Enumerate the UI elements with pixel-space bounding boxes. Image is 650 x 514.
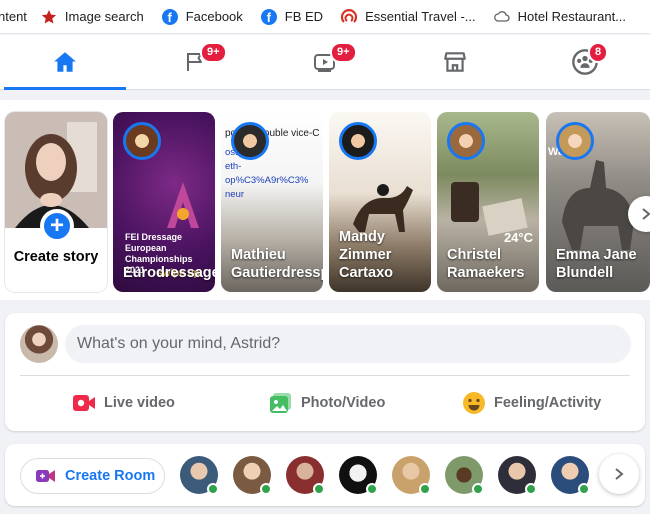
story-avatar — [123, 122, 161, 160]
contact-avatar[interactable] — [498, 456, 537, 495]
cloud-icon — [493, 10, 510, 22]
story-name: Eurodressage — [123, 265, 215, 281]
story-card[interactable]: pour la double vice-C ost/eth-op%C3%A9r%… — [221, 112, 323, 292]
whats-on-your-mind-input[interactable]: What's on your mind, Astrid? — [65, 325, 631, 363]
contact-avatar[interactable] — [233, 456, 272, 495]
live-video-icon — [73, 395, 95, 411]
online-indicator — [260, 483, 272, 495]
contact-avatar[interactable] — [339, 456, 378, 495]
bookmark-essential-travel[interactable]: Essential Travel -... — [341, 8, 476, 25]
bookmark-label: Image search — [64, 9, 144, 24]
rooms-next-button[interactable] — [599, 454, 639, 494]
online-indicator — [578, 483, 590, 495]
home-icon — [54, 52, 76, 72]
bookmark-label: ntent — [0, 9, 27, 24]
room-video-icon — [36, 470, 55, 482]
facebook-icon: f — [161, 8, 178, 25]
photo-icon — [270, 393, 291, 413]
bookmark-label: FB ED — [284, 9, 324, 24]
tab-groups[interactable]: 8 — [520, 35, 650, 89]
contact-avatar[interactable] — [286, 456, 325, 495]
story-card[interactable]: 24°C Christel Ramaekers — [437, 112, 539, 292]
create-story-card[interactable]: + Create story — [5, 112, 107, 292]
bookmark-fb-ed[interactable]: f FB ED — [260, 8, 324, 25]
story-horse-image — [353, 184, 413, 232]
story-name: Mathieu Gautierdressprod — [231, 247, 323, 281]
bookmark-label: Facebook — [185, 9, 243, 24]
create-story-label: Create story — [13, 249, 99, 265]
online-indicator — [313, 483, 325, 495]
chevron-right-icon — [642, 208, 650, 220]
story-card[interactable]: FEI Dressage European Championships 2021… — [113, 112, 215, 292]
story-name: Christel Ramaekers — [447, 247, 525, 281]
feeling-icon — [463, 392, 485, 414]
tab-marketplace[interactable] — [390, 35, 520, 89]
contact-avatar[interactable] — [445, 456, 484, 495]
notification-badge: 9+ — [330, 42, 357, 63]
story-name: Mandy Zimmer Cartaxo — [339, 229, 393, 281]
online-indicator — [472, 483, 484, 495]
story-name: Emma Jane Blundell — [556, 247, 637, 281]
stories-section: + Create story FEI Dressage European Cha… — [0, 100, 650, 300]
story-card[interactable]: Mandy Zimmer Cartaxo — [329, 112, 431, 292]
bookmark-image-search[interactable]: Image search — [41, 9, 144, 25]
story-avatar — [339, 122, 377, 160]
bookmark-label: Hotel Restaurant... — [517, 9, 627, 24]
story-avatar — [556, 122, 594, 160]
post-composer: What's on your mind, Astrid? Live video … — [5, 313, 645, 431]
bookmark-facebook[interactable]: f Facebook — [161, 8, 243, 25]
notification-badge: 9+ — [200, 42, 227, 63]
story-avatar — [447, 122, 485, 160]
bookmark-hotel-restaurant[interactable]: Hotel Restaurant... — [493, 9, 627, 25]
bookmarks-bar: ntent Image search f Facebook f FB ED Es… — [0, 0, 650, 34]
online-indicator — [366, 483, 378, 495]
story-avatar — [231, 122, 269, 160]
notification-badge: 8 — [588, 42, 609, 63]
contact-avatar[interactable] — [551, 456, 590, 495]
contact-avatar[interactable] — [392, 456, 431, 495]
top-nav: 9+ 9+ 8 — [0, 35, 650, 90]
story-overlay-text: 24°C — [503, 230, 533, 245]
create-room-label: Create Room — [65, 468, 156, 484]
facebook-icon: f — [260, 8, 277, 25]
story-artwork — [163, 180, 203, 230]
action-label: Photo/Video — [301, 395, 386, 411]
tab-watch[interactable]: 9+ — [260, 35, 390, 89]
photo-video-button[interactable]: Photo/Video — [269, 385, 385, 421]
rooms-bar: Create Room — [5, 444, 645, 506]
story-card[interactable]: Wace!! Emma Jane Blundell — [546, 112, 650, 292]
online-indicator — [525, 483, 537, 495]
live-video-button[interactable]: Live video — [72, 385, 175, 421]
add-icon: + — [40, 209, 74, 243]
online-indicator — [419, 483, 431, 495]
create-room-button[interactable]: Create Room — [20, 458, 165, 494]
action-label: Live video — [104, 395, 175, 411]
travel-logo-icon — [341, 8, 358, 23]
contact-avatar[interactable] — [180, 456, 219, 495]
feeling-activity-button[interactable]: Feeling/Activity — [462, 385, 601, 421]
action-label: Feeling/Activity — [494, 395, 602, 411]
star-icon — [41, 9, 57, 23]
bookmark-content[interactable]: ntent — [0, 9, 27, 24]
tab-home[interactable] — [0, 35, 130, 90]
bookmark-label: Essential Travel -... — [365, 9, 476, 24]
divider — [20, 375, 630, 376]
store-icon — [444, 52, 466, 72]
chevron-right-icon — [615, 468, 624, 480]
online-indicator — [207, 483, 219, 495]
tab-pages[interactable]: 9+ — [130, 35, 260, 89]
avatar[interactable] — [20, 325, 58, 363]
